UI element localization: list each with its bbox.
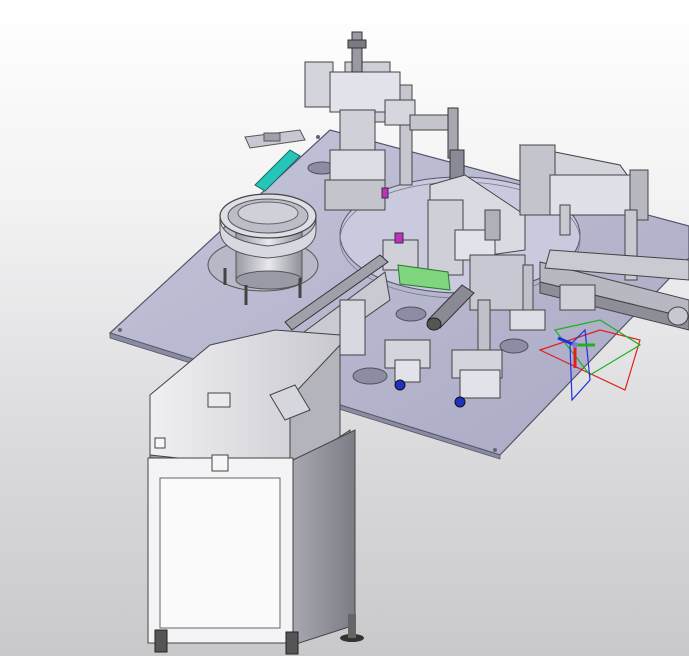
feeder-cabinet[interactable] (147, 329, 364, 655)
cad-viewport[interactable] (0, 0, 689, 656)
valve-block-right[interactable] (451, 349, 503, 408)
cad-scene[interactable] (0, 0, 689, 656)
